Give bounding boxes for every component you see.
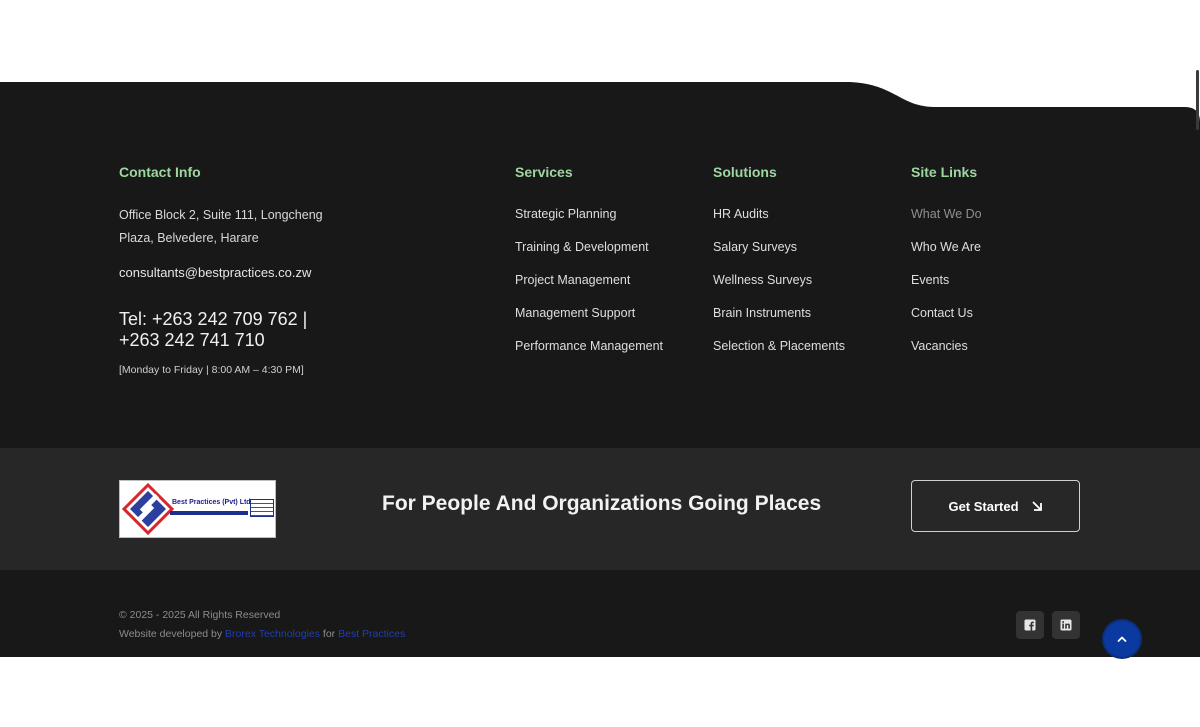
solution-link-brain-instruments[interactable]: Brain Instruments [713,305,845,338]
contact-email-link[interactable]: consultants@bestpractices.co.zw [119,265,311,280]
site-link-vacancies[interactable]: Vacancies [911,338,982,371]
scrollbar-track[interactable] [1196,70,1199,130]
arrow-down-right-icon [1031,501,1042,511]
solutions-heading: Solutions [713,164,777,180]
solution-link-selection-placements[interactable]: Selection & Placements [713,338,845,371]
logo-badge [250,499,274,517]
company-logo[interactable]: Best Practices (Pvt) Ltd [119,480,276,538]
copyright-text: © 2025 - 2025 All Rights Reserved [119,609,281,621]
contact-info-heading: Contact Info [119,164,201,180]
solution-link-hr-audits[interactable]: HR Audits [713,206,845,239]
site-links-list: What We Do Who We Are Events Contact Us … [911,206,982,371]
site-link-events[interactable]: Events [911,272,982,305]
client-link[interactable]: Best Practices [338,628,405,640]
scroll-to-top-button[interactable] [1104,621,1140,657]
solution-link-salary-surveys[interactable]: Salary Surveys [713,239,845,272]
service-link-management-support[interactable]: Management Support [515,305,663,338]
linkedin-link[interactable] [1052,611,1080,639]
services-heading: Services [515,164,573,180]
footer-wave-edge [850,82,1200,122]
developer-credit: Website developed by Brorex Technologies… [119,628,405,640]
chevron-up-icon [1117,636,1127,642]
logo-company-name: Best Practices (Pvt) Ltd [172,499,251,506]
solution-link-wellness-surveys[interactable]: Wellness Surveys [713,272,845,305]
footer-tagline: For People And Organizations Going Place… [382,492,822,515]
site-links-heading: Site Links [911,164,978,180]
facebook-icon [1024,619,1036,631]
linkedin-icon [1060,619,1072,631]
site-link-what-we-do[interactable]: What We Do [911,206,982,239]
contact-address: Office Block 2, Suite 111, Longcheng Pla… [119,208,323,245]
service-link-project-management[interactable]: Project Management [515,272,663,305]
get-started-label: Get Started [948,498,1019,514]
developer-credit-prefix: Website developed by [119,628,223,640]
service-link-strategic-planning[interactable]: Strategic Planning [515,206,663,239]
contact-telephone[interactable]: Tel: +263 242 709 762 | +263 242 741 710 [119,309,349,351]
site-link-contact-us[interactable]: Contact Us [911,305,982,338]
service-link-training-development[interactable]: Training & Development [515,239,663,272]
services-list: Strategic Planning Training & Developmen… [515,206,663,371]
site-link-who-we-are[interactable]: Who We Are [911,239,982,272]
developer-company-link[interactable]: Brorex Technologies [225,628,320,640]
developer-credit-for: for [322,628,336,640]
contact-hours: [Monday to Friday | 8:00 AM – 4:30 PM] [119,364,304,376]
service-link-performance-management[interactable]: Performance Management [515,338,663,371]
solutions-list: HR Audits Salary Surveys Wellness Survey… [713,206,845,371]
logo-mark-icon [122,483,174,535]
facebook-link[interactable] [1016,611,1044,639]
logo-stripe [170,511,248,515]
get-started-button[interactable]: Get Started [911,480,1080,532]
